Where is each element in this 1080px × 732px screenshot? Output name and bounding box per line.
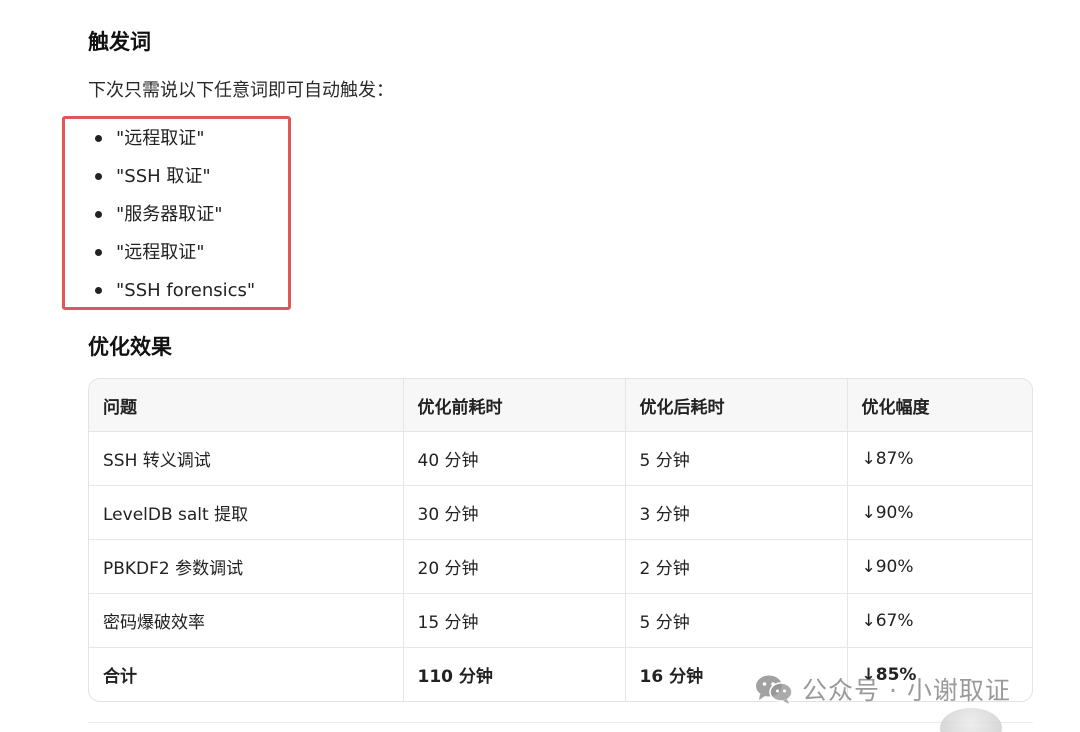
watermark-text: 公众号 · 小谢取证 (802, 676, 1011, 705)
table-header-row: 问题 优化前耗时 优化后耗时 优化幅度 (89, 379, 1032, 432)
avatar (940, 708, 1002, 732)
table-row: 密码爆破效率 15 分钟 5 分钟 ↓67% (89, 593, 1032, 648)
table-cell: 3 分钟 (625, 485, 848, 540)
table-cell: 2 分钟 (625, 539, 848, 594)
table-row: PBKDF2 参数调试 20 分钟 2 分钟 ↓90% (89, 539, 1032, 594)
table-cell: ↓90% (847, 485, 1032, 540)
trigger-list-highlight-box (62, 116, 291, 310)
table-cell: 20 分钟 (403, 539, 626, 594)
wechat-watermark: 公众号 · 小谢取证 (754, 671, 1011, 707)
table-cell: 密码爆破效率 (89, 593, 404, 648)
table-cell: PBKDF2 参数调试 (89, 539, 404, 594)
table-cell: 5 分钟 (625, 593, 848, 648)
section-divider (88, 722, 1033, 723)
column-header-time-after: 优化后耗时 (625, 379, 848, 432)
optimization-table: 问题 优化前耗时 优化后耗时 优化幅度 SSH 转义调试 40 分钟 5 分钟 … (89, 379, 1032, 701)
column-header-problem: 问题 (89, 379, 404, 432)
table-row: SSH 转义调试 40 分钟 5 分钟 ↓87% (89, 431, 1032, 486)
table-cell: SSH 转义调试 (89, 431, 404, 486)
table-cell: LevelDB salt 提取 (89, 485, 404, 540)
table-cell: ↓87% (847, 431, 1032, 486)
trigger-intro-text: 下次只需说以下任意词即可自动触发： (88, 80, 394, 101)
table-row: LevelDB salt 提取 30 分钟 3 分钟 ↓90% (89, 485, 1032, 540)
table-cell: ↓90% (847, 539, 1032, 594)
table-cell: 110 分钟 (403, 647, 626, 701)
column-header-time-before: 优化前耗时 (403, 379, 626, 432)
table-cell: 合计 (89, 647, 404, 701)
table-cell: 15 分钟 (403, 593, 626, 648)
optimization-table-container: 问题 优化前耗时 优化后耗时 优化幅度 SSH 转义调试 40 分钟 5 分钟 … (88, 378, 1033, 702)
wechat-icon (756, 675, 793, 704)
table-cell: 5 分钟 (625, 431, 848, 486)
table-cell: 30 分钟 (403, 485, 626, 540)
table-cell: ↓67% (847, 593, 1032, 648)
optimization-results-heading: 优化效果 (88, 335, 172, 359)
column-header-improvement: 优化幅度 (847, 379, 1032, 432)
table-cell: 40 分钟 (403, 431, 626, 486)
trigger-words-heading: 触发词 (88, 30, 151, 54)
